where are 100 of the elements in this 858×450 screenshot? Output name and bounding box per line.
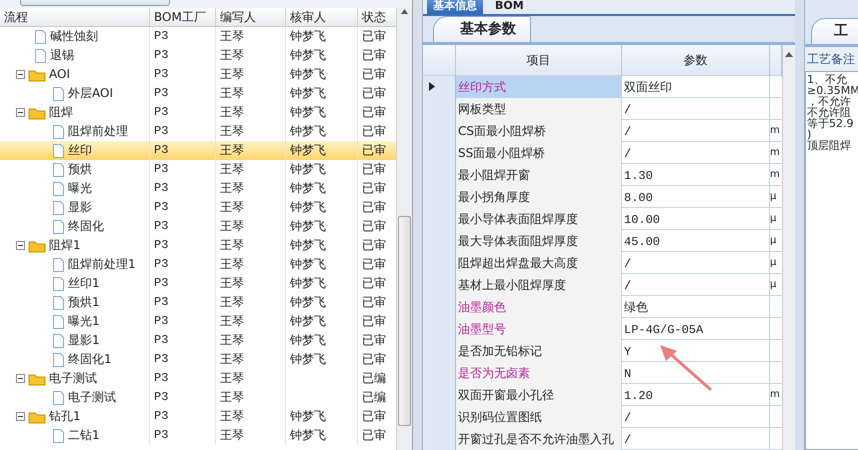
tree-label[interactable]: 外层AOI	[68, 84, 113, 103]
tree-label[interactable]: 丝印	[68, 141, 92, 160]
parameter-name: 阻焊超出焊盘最大高度	[456, 252, 622, 275]
table-cell: P3	[154, 143, 168, 157]
tree-label[interactable]: 阻焊1	[49, 236, 81, 255]
status-text: 已审	[362, 333, 386, 347]
table-cell: 王琴	[220, 428, 244, 442]
tree-label[interactable]: AOI	[49, 65, 70, 84]
collapse-icon[interactable]	[16, 70, 25, 79]
document-icon	[52, 124, 65, 140]
table-cell: 王琴	[220, 181, 244, 195]
table-cell: P3	[154, 200, 168, 214]
parameter-value[interactable]: Y	[624, 345, 632, 359]
parameter-value[interactable]: LP-4G/G-05A	[624, 323, 704, 337]
status-text: 已审	[362, 352, 386, 366]
unit-text: μ	[770, 213, 776, 224]
table-cell: 王琴	[220, 67, 244, 81]
column-header[interactable]: 参数	[622, 45, 770, 76]
tree-label[interactable]: 电子测试	[49, 369, 97, 388]
tree-label[interactable]: 曝光1	[68, 312, 100, 331]
table-cell: 钟梦飞	[290, 181, 326, 195]
tree-label[interactable]: 阻焊前处理1	[68, 255, 136, 274]
table-cell: 钟梦飞	[290, 409, 326, 423]
parameter-value[interactable]: 10.00	[624, 213, 660, 227]
parameter-value[interactable]: 45.00	[624, 235, 660, 249]
remark-line: 顶层阻焊	[807, 140, 852, 151]
parameter-name: 是否为无卤素	[456, 362, 622, 385]
parameter-value[interactable]: 绿色	[624, 300, 648, 314]
tab[interactable]: BOM	[489, 0, 530, 14]
document-icon	[52, 142, 65, 158]
parameter-value[interactable]: /	[624, 279, 632, 293]
tree-label[interactable]: 阻焊前处理	[68, 122, 128, 141]
table-cell: P3	[154, 238, 168, 252]
tab[interactable]: 工	[811, 18, 858, 44]
tree-label[interactable]: 丝印1	[68, 274, 100, 293]
remark-line: ，不允许	[807, 96, 852, 107]
document-icon	[52, 352, 65, 368]
tree-label[interactable]: 阻焊	[49, 103, 73, 122]
table-cell: P3	[154, 67, 168, 81]
tree-label[interactable]: 预烘1	[68, 293, 100, 312]
table-cell: P3	[154, 352, 168, 366]
splitter[interactable]	[795, 0, 805, 450]
parameter-value[interactable]: /	[624, 257, 632, 271]
tree-label[interactable]: 终固化	[68, 217, 104, 236]
collapse-icon[interactable]	[16, 374, 25, 383]
tree-label[interactable]: 显影1	[68, 331, 100, 350]
status-text: 已审	[362, 181, 386, 195]
parameter-value[interactable]: /	[624, 125, 632, 139]
scrollbar[interactable]	[396, 8, 412, 450]
tree-label[interactable]: 曝光	[68, 179, 92, 198]
status-text: 已编	[362, 371, 386, 385]
status-text: 已编	[362, 390, 386, 404]
parameter-value[interactable]: 双面丝印	[624, 80, 672, 94]
status-text: 已审	[362, 143, 386, 157]
collapse-icon[interactable]	[16, 108, 25, 117]
table-cell: P3	[154, 276, 168, 290]
column-header[interactable]: 流程	[0, 8, 150, 26]
table-cell: 王琴	[220, 314, 244, 328]
folder-icon	[28, 106, 46, 120]
column-header[interactable]: 核审人	[286, 8, 358, 26]
collapse-icon[interactable]	[16, 412, 25, 421]
parameter-value[interactable]: N	[624, 367, 632, 381]
table-cell: 钟梦飞	[290, 143, 326, 157]
table-cell: 钟梦飞	[290, 200, 326, 214]
document-icon	[52, 86, 65, 102]
status-text: 已审	[362, 409, 386, 423]
parameter-name: 是否加无铅标记	[456, 340, 622, 363]
parameter-value[interactable]: /	[624, 433, 632, 447]
parameter-value[interactable]: 1.20	[624, 389, 653, 403]
tree-label[interactable]: 碱性蚀刻	[50, 27, 98, 46]
scrollbar[interactable]	[782, 45, 795, 450]
table-cell: P3	[154, 181, 168, 195]
remark-line: 等于52.9	[807, 118, 854, 129]
tree-label[interactable]: 钻孔1	[49, 407, 81, 426]
tree-label[interactable]: 二钻1	[68, 426, 100, 445]
table-cell: 王琴	[220, 124, 244, 138]
tree-row[interactable]: 丝印 P3 王琴 钟梦飞 已审	[0, 141, 396, 160]
parameter-value[interactable]: /	[624, 103, 632, 117]
parameter-value[interactable]: /	[624, 147, 632, 161]
row-header[interactable]	[423, 76, 456, 98]
tree-label[interactable]: 电子测试	[68, 388, 116, 407]
column-header[interactable]: 编写人	[216, 8, 286, 26]
parameter-value[interactable]: 8.00	[624, 191, 653, 205]
tab[interactable]: 基本信息	[427, 0, 483, 14]
tab[interactable]: 基本参数	[433, 16, 531, 42]
status-text: 已审	[362, 48, 386, 62]
parameter-name: 开窗过孔是否不允许油墨入孔	[456, 428, 622, 450]
scroll-thumb[interactable]	[398, 216, 411, 426]
tree-label[interactable]: 预烘	[68, 160, 92, 179]
tree-label[interactable]: 显影	[68, 198, 92, 217]
status-text: 已审	[362, 86, 386, 100]
table-cell: P3	[154, 333, 168, 347]
parameter-value[interactable]: /	[624, 411, 632, 425]
parameter-name: 最小导体表面阻焊厚度	[456, 208, 622, 231]
status-text: 已审	[362, 29, 386, 43]
tree-label[interactable]: 退锡	[50, 46, 74, 65]
column-header[interactable]: BOM工厂	[150, 8, 216, 26]
tree-label[interactable]: 终固化1	[68, 350, 112, 369]
parameter-value[interactable]: 1.30	[624, 169, 653, 183]
collapse-icon[interactable]	[16, 241, 25, 250]
